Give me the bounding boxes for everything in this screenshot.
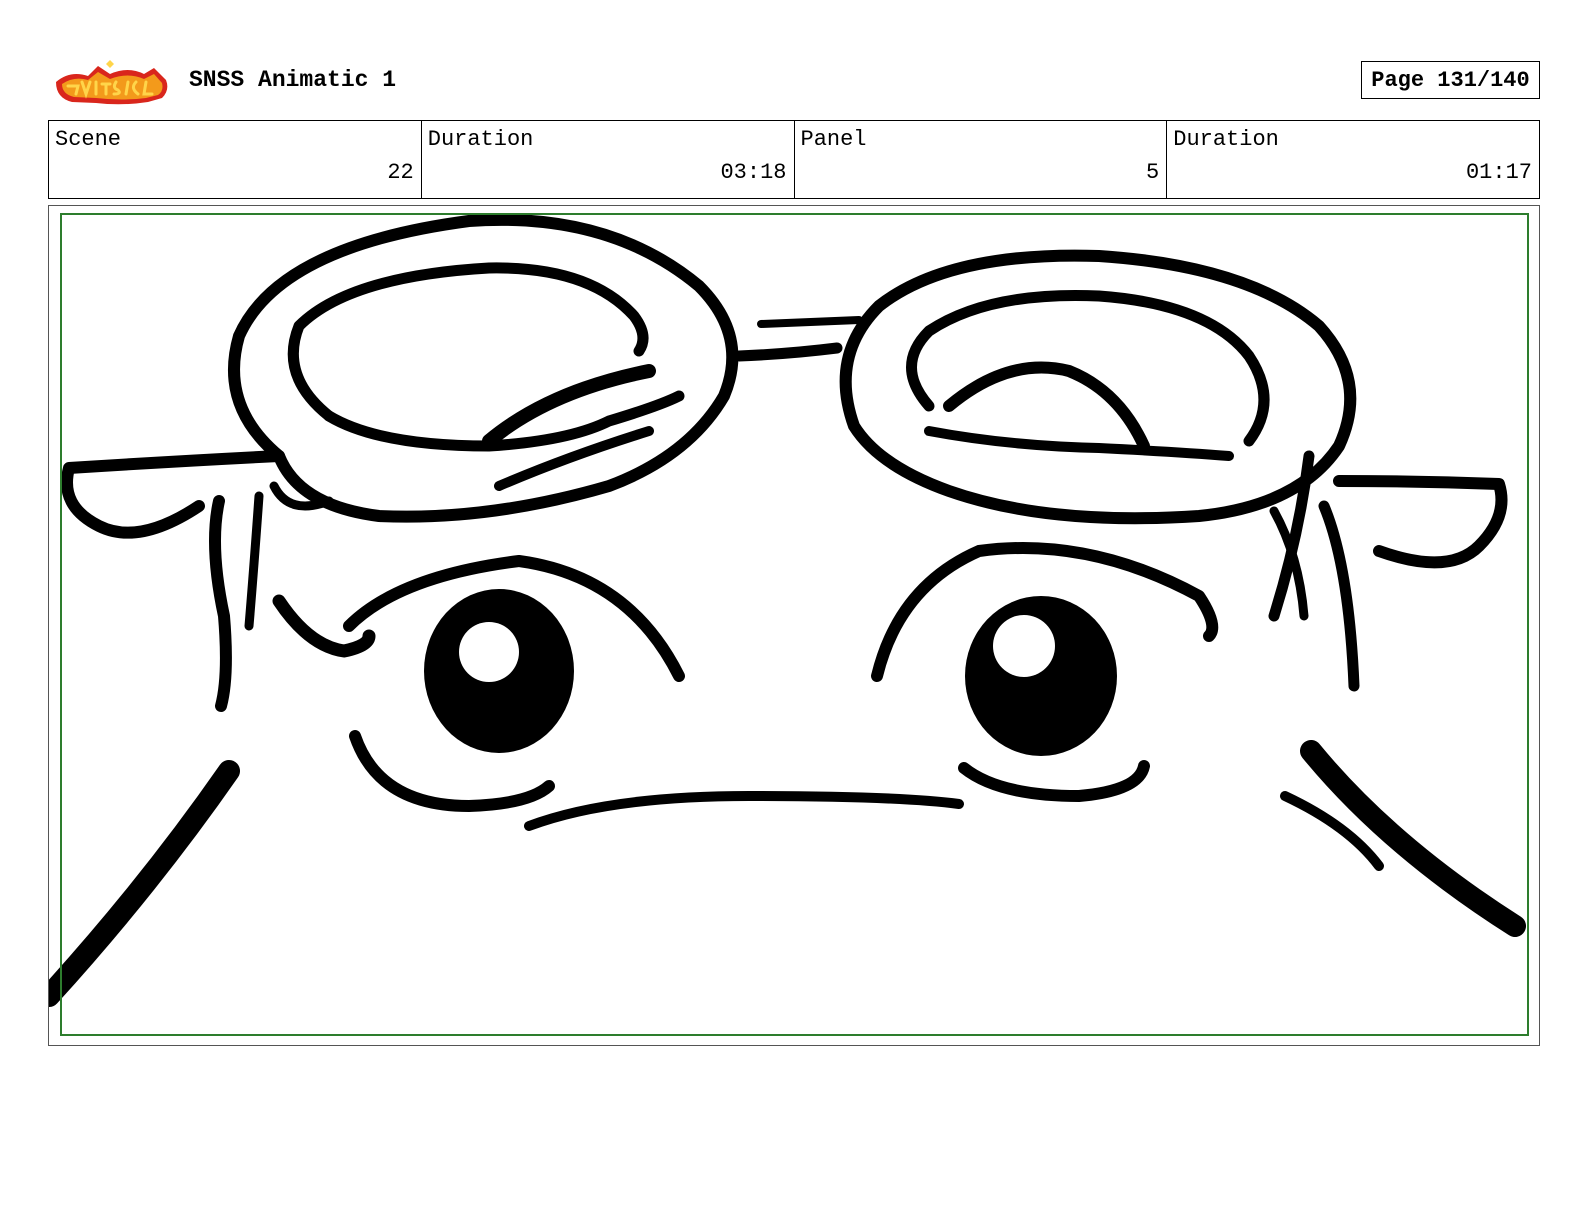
document-title: SNSS Animatic 1 [189, 67, 397, 93]
scene-duration-value: 03:18 [720, 160, 787, 185]
page-header: SNSS Animatic 1 Page 131/140 [48, 56, 1540, 106]
scene-label: Scene [55, 127, 122, 152]
show-logo-icon [52, 60, 172, 106]
storyboard-panel [48, 205, 1540, 1046]
panel-cell: Panel 5 [795, 121, 1168, 198]
panel-duration-cell: Duration 01:17 [1167, 121, 1539, 198]
scene-value: 22 [387, 160, 414, 185]
character-face-sketch-icon [49, 213, 1526, 1007]
panel-duration-label: Duration [1173, 127, 1279, 152]
panel-value: 5 [1146, 160, 1160, 185]
scene-duration-cell: Duration 03:18 [422, 121, 795, 198]
scene-info-table: Scene 22 Duration 03:18 Panel 5 Duration… [48, 120, 1540, 199]
scene-cell: Scene 22 [49, 121, 422, 198]
scene-duration-label: Duration [427, 127, 534, 152]
panel-label: Panel [800, 127, 867, 152]
page-number-badge: Page 131/140 [1361, 61, 1540, 99]
panel-duration-value: 01:17 [1465, 160, 1532, 185]
